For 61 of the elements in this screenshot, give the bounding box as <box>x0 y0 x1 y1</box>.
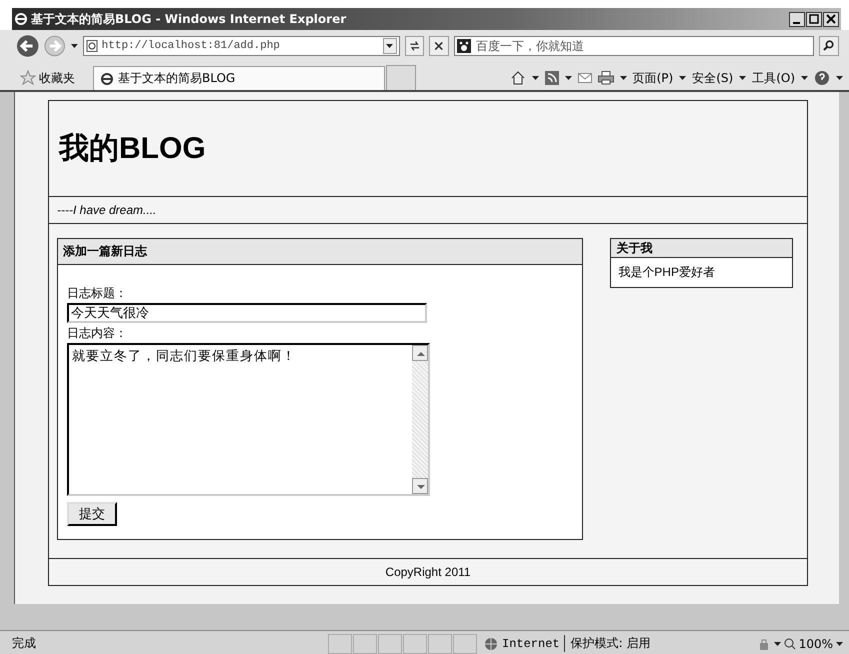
title-input[interactable]: 今天天气很冷 <box>67 303 427 323</box>
window-title: 基于文本的简易BLOG - Windows Internet Explorer <box>31 10 348 28</box>
status-pane <box>453 634 477 654</box>
caret-icon[interactable] <box>836 642 843 646</box>
caret-icon[interactable] <box>70 44 78 48</box>
help-icon[interactable] <box>814 70 830 86</box>
field-label: 日志内容： <box>67 324 127 342</box>
minimize-icon[interactable] <box>789 12 805 26</box>
maximize-icon[interactable] <box>806 12 822 26</box>
menu-button[interactable]: 工具(O) <box>752 70 795 86</box>
caret-icon[interactable] <box>679 76 686 80</box>
caret-icon[interactable] <box>836 76 843 80</box>
feed-icon[interactable] <box>544 71 559 85</box>
protected-mode-text: 保护模式: 启用 <box>564 635 650 652</box>
site-title: 我的BLOG <box>59 131 206 167</box>
field-label: 日志标题： <box>67 284 127 302</box>
menu-button[interactable]: 安全(S) <box>692 70 734 86</box>
browser-logo-icon <box>100 72 114 86</box>
status-pane <box>353 634 377 654</box>
star-icon <box>20 70 36 86</box>
about-text: 我是个PHP爱好者 <box>618 264 715 281</box>
status-text: 完成 <box>12 635 37 652</box>
close-icon[interactable] <box>823 12 839 26</box>
caret-icon[interactable] <box>620 76 627 80</box>
refresh-icon[interactable] <box>404 36 424 56</box>
caret-icon[interactable] <box>532 76 539 80</box>
status-pane <box>378 634 402 654</box>
menu-button[interactable]: 页面(P) <box>632 70 674 86</box>
search-icon[interactable] <box>819 36 839 56</box>
zoom-level[interactable]: 100% <box>798 636 833 650</box>
scrollbar[interactable] <box>412 345 428 494</box>
zoom-icon[interactable] <box>784 638 796 650</box>
caret-icon[interactable] <box>386 44 394 48</box>
browser-tab[interactable]: 基于文本的简易BLOG <box>93 66 385 90</box>
scroll-up-icon[interactable] <box>412 345 428 361</box>
favorites-button[interactable]: 收藏夹 <box>20 66 75 90</box>
status-pane <box>403 634 427 654</box>
caret-icon[interactable] <box>739 76 746 80</box>
footer-text: CopyRight 2011 <box>385 565 471 579</box>
panel-heading: 添加一篇新日志 <box>63 243 147 260</box>
printer-icon[interactable] <box>598 71 614 85</box>
home-icon[interactable] <box>510 70 526 86</box>
caret-icon[interactable] <box>801 76 808 80</box>
content-textarea[interactable]: 就要立冬了，同志们要保重身体啊！ <box>67 343 430 496</box>
status-pane <box>328 634 352 654</box>
browser-logo-icon <box>14 12 28 26</box>
globe-icon <box>484 636 498 650</box>
scroll-down-icon[interactable] <box>412 478 428 494</box>
stop-icon[interactable] <box>429 36 449 56</box>
status-pane <box>428 634 452 654</box>
panel-heading: 关于我 <box>616 240 652 256</box>
forward-icon[interactable] <box>44 35 66 57</box>
caret-icon[interactable] <box>564 76 572 80</box>
page-icon <box>86 40 98 52</box>
tagline: ----I have dream.... <box>57 203 156 217</box>
submit-button[interactable]: 提交 <box>67 502 117 526</box>
address-bar[interactable]: http://localhost:81/add.php <box>82 36 400 56</box>
back-icon[interactable] <box>16 34 40 58</box>
caret-icon[interactable] <box>774 642 781 646</box>
zone-text: Internet <box>502 636 560 650</box>
mail-icon[interactable] <box>578 72 592 84</box>
